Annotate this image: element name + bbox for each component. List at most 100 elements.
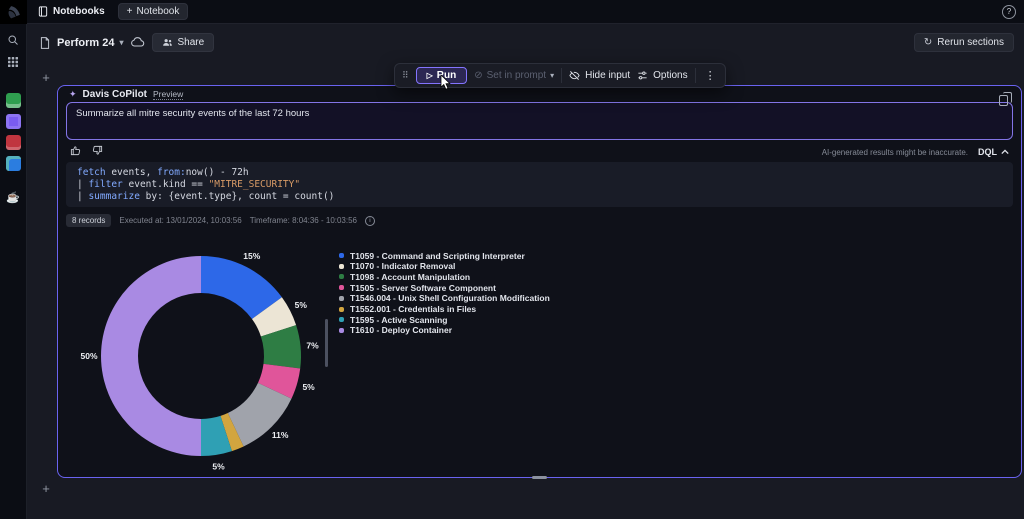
toolbar-divider (561, 68, 562, 83)
slice-percent-label: 15% (243, 251, 260, 261)
info-icon[interactable]: i (365, 216, 375, 226)
notebook-section: ✦ Davis CoPilot Preview Summarize all mi… (57, 85, 1022, 478)
apps-button[interactable] (4, 53, 22, 71)
add-section-button[interactable]: + (39, 481, 53, 495)
options-button[interactable]: Options (637, 70, 687, 81)
legend-label: T1059 - Command and Scripting Interprete… (350, 251, 525, 261)
notebook-title: Perform 24 (57, 37, 114, 49)
rerun-label: Rerun sections (937, 37, 1004, 48)
play-icon: ▷ (427, 72, 433, 80)
help-button[interactable]: ? (1002, 5, 1016, 19)
eye-off-icon (569, 70, 580, 81)
dynatrace-logo[interactable] (0, 0, 27, 24)
copy-icon[interactable] (999, 95, 1008, 106)
notebook-icon (38, 6, 48, 17)
options-label: Options (653, 70, 687, 81)
legend-item[interactable]: T1610 - Deploy Container (339, 327, 550, 334)
rerun-sections-button[interactable]: ↻ Rerun sections (914, 33, 1014, 52)
left-rail: ☕ (0, 24, 27, 519)
plus-icon: + (127, 7, 133, 17)
legend-label: T1546.004 - Unix Shell Configuration Mod… (350, 293, 550, 303)
hide-input-button[interactable]: Hide input (569, 70, 630, 81)
legend-dot (339, 307, 344, 312)
search-icon (7, 34, 19, 46)
chevron-up-icon (1001, 149, 1009, 155)
chevron-down-icon: ▾ (119, 39, 123, 47)
legend-label: T1552.001 - Credentials in Files (350, 304, 476, 314)
preview-badge: Preview (153, 89, 183, 100)
notebooks-label: Notebooks (53, 6, 105, 17)
thumbs-down-button[interactable] (92, 145, 103, 156)
search-button[interactable] (4, 31, 22, 49)
document-icon (40, 37, 50, 49)
dql-code[interactable]: fetch events, from:now() - 72h| filter e… (66, 162, 1013, 207)
drag-handle-icon[interactable]: ⠿ (402, 71, 409, 80)
share-button[interactable]: Share (152, 33, 215, 52)
legend-item[interactable]: T1595 - Active Scanning (339, 316, 550, 323)
legend-dot (339, 285, 344, 290)
legend-dot (339, 296, 344, 301)
legend-item[interactable]: T1552.001 - Credentials in Files (339, 305, 550, 312)
copilot-prompt-input[interactable]: Summarize all mitre security events of t… (66, 102, 1013, 140)
share-label: Share (178, 37, 205, 48)
code-line: | filter event.kind == "MITRE_SECURITY" (77, 179, 1002, 191)
legend-label: T1610 - Deploy Container (350, 325, 452, 335)
app-grid-icon (7, 56, 19, 68)
more-actions-icon[interactable]: ⋮ (703, 69, 718, 82)
copilot-title: Davis CoPilot (83, 89, 147, 100)
legend-label: T1070 - Indicator Removal (350, 261, 455, 271)
run-label: Run (437, 70, 456, 81)
legend-dot (339, 264, 344, 269)
people-icon (162, 37, 173, 48)
chart-legend: T1059 - Command and Scripting Interprete… (339, 252, 550, 334)
code-line: | summarize by: {event.type}, count = co… (77, 191, 1002, 203)
thumbs-down-icon (92, 145, 103, 156)
options-sliders-icon (637, 70, 648, 81)
ai-disclaimer: AI-generated results might be inaccurate… (822, 148, 968, 157)
legend-dot (339, 328, 344, 333)
legend-label: T1098 - Account Manipulation (350, 272, 470, 282)
thumbs-up-icon (70, 145, 81, 156)
set-in-prompt-button[interactable]: ⊘ Set in prompt ▾ (474, 70, 554, 81)
thumbs-up-button[interactable] (70, 145, 81, 156)
app-icon-purple[interactable] (6, 114, 21, 129)
legend-item[interactable]: T1546.004 - Unix Shell Configuration Mod… (339, 295, 550, 302)
blocked-icon: ⊘ (474, 70, 482, 81)
new-notebook-button[interactable]: + Notebook (118, 3, 189, 20)
timeframe-text: Timeframe: 8:04:36 - 10:03:56 (250, 216, 357, 225)
run-button[interactable]: ▷ Run (416, 67, 468, 84)
refresh-icon: ↻ (924, 38, 932, 48)
section-resize-handle[interactable] (532, 476, 547, 479)
legend-item[interactable]: T1505 - Server Software Component (339, 284, 550, 291)
coffee-cup-icon[interactable]: ☕ (6, 191, 20, 204)
set-in-prompt-label: Set in prompt (487, 70, 546, 81)
legend-dot (339, 253, 344, 258)
help-icon: ? (1007, 7, 1011, 16)
dynatrace-logo-icon (7, 5, 21, 19)
slice-percent-label: 5% (212, 462, 225, 472)
app-icon-teal[interactable] (6, 156, 21, 171)
legend-label: T1595 - Active Scanning (350, 315, 447, 325)
legend-item[interactable]: T1059 - Command and Scripting Interprete… (339, 252, 550, 259)
legend-dot (339, 274, 344, 279)
slice-percent-label: 5% (295, 300, 308, 310)
records-badge: 8 records (66, 214, 111, 227)
legend-scrollbar[interactable] (325, 319, 328, 367)
copilot-header: ✦ Davis CoPilot Preview (69, 89, 183, 100)
nav-notebooks[interactable]: Notebooks (38, 6, 105, 17)
dql-collapse-toggle[interactable]: DQL (978, 147, 1009, 157)
chevron-down-icon: ▾ (550, 72, 554, 80)
feedback-row (70, 145, 103, 156)
legend-item[interactable]: T1070 - Indicator Removal (339, 263, 550, 270)
dql-label: DQL (978, 147, 997, 157)
code-line: fetch events, from:now() - 72h (77, 167, 1002, 179)
app-icon-red[interactable] (6, 135, 21, 150)
slice-percent-label: 50% (80, 351, 97, 361)
legend-item[interactable]: T1098 - Account Manipulation (339, 273, 550, 280)
notebook-title-dropdown[interactable]: Perform 24 ▾ (57, 37, 124, 49)
cloud-sync-icon (131, 37, 145, 48)
app-icon-green[interactable] (6, 93, 21, 108)
donut-slice[interactable] (101, 256, 201, 456)
executed-text: Executed at: 13/01/2024, 10:03:56 (119, 216, 241, 225)
add-section-button[interactable]: + (39, 70, 53, 84)
